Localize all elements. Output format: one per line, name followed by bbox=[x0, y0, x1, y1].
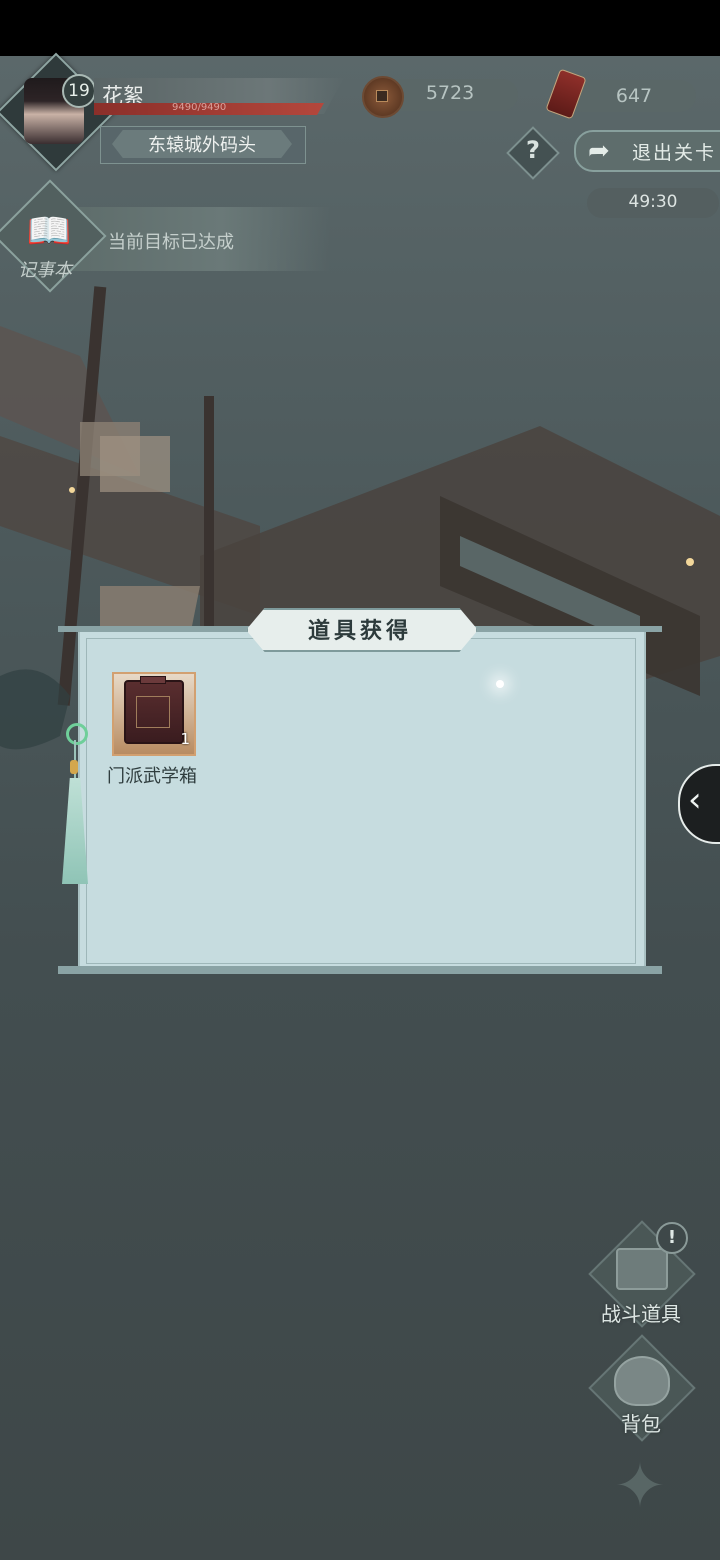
bag-label: 背包 bbox=[621, 1412, 661, 1436]
tassel-bead bbox=[70, 760, 78, 774]
item-count: 1 bbox=[180, 730, 190, 748]
chevron-left-icon: ‹ bbox=[688, 780, 702, 820]
dialog-title: 道具获得 bbox=[307, 619, 412, 644]
player-level-badge: 19 bbox=[62, 74, 96, 108]
stage-timer: 49:30 bbox=[628, 192, 678, 212]
item-name: 门派武学箱 bbox=[107, 766, 197, 787]
location-name: 东辕城外码头 bbox=[148, 135, 256, 156]
status-bar bbox=[0, 0, 720, 56]
copper-coin-icon bbox=[362, 76, 404, 118]
question-icon: ? bbox=[526, 136, 540, 164]
sparkle-effect bbox=[496, 680, 504, 688]
hp-text: 9490/9490 bbox=[172, 102, 227, 113]
star-icon[interactable]: ✦ bbox=[606, 1452, 674, 1520]
coin-value: 5723 bbox=[425, 82, 475, 104]
book-icon: 📖 bbox=[26, 211, 72, 252]
pouch-icon bbox=[614, 1356, 670, 1406]
exit-arrow-icon: ➦ bbox=[588, 136, 610, 166]
token-value: 647 bbox=[615, 85, 653, 107]
battle-items-label: 战斗道具 bbox=[601, 1302, 681, 1326]
dialog-bottom-rail bbox=[58, 966, 662, 974]
notice-badge: ! bbox=[656, 1222, 688, 1254]
objective-status: 当前目标已达成 bbox=[108, 232, 234, 253]
treasure-chest-icon bbox=[616, 1248, 668, 1290]
journal-label: 记事本 bbox=[18, 260, 72, 281]
exit-stage-label: 退出关卡 bbox=[632, 142, 717, 164]
jade-ring-ornament bbox=[66, 723, 88, 745]
